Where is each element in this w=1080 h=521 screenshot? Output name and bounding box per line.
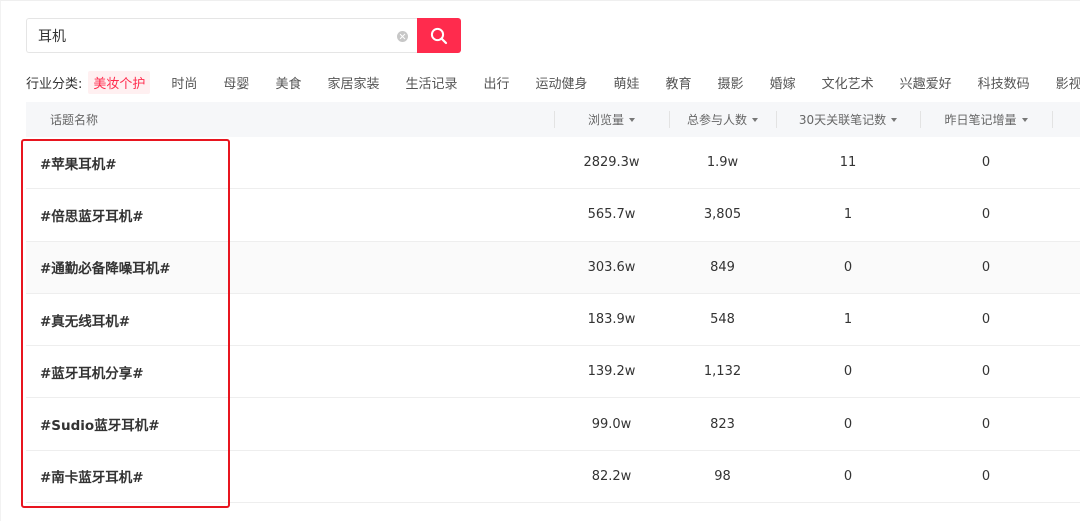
column-header-yesterday-notes[interactable]: 昨日笔记增量 <box>920 102 1052 137</box>
category-filter: 行业分类: 美妆个护 时尚 母婴 美食 家居家装 生活记录 出行 运动健身 萌娃… <box>26 70 1080 94</box>
views-value: 82.2w <box>591 468 632 484</box>
column-header-topic-name: 话题名称 <box>50 113 99 127</box>
category-item-arts[interactable]: 文化艺术 <box>817 71 879 94</box>
yesterday-notes-value: 0 <box>981 155 991 171</box>
participants-value: 1.9w <box>706 155 739 171</box>
participants-value: 548 <box>710 312 735 328</box>
sort-caret-icon <box>752 118 758 122</box>
category-item-film[interactable]: 影视综 <box>1051 71 1080 94</box>
topic-name[interactable]: #通勤必备降噪耳机# <box>26 257 554 277</box>
notes-30d-value: 0 <box>843 364 853 380</box>
search-input[interactable] <box>38 27 378 44</box>
notes-30d-value: 1 <box>843 312 853 328</box>
clear-icon[interactable] <box>397 31 408 42</box>
participants-value: 849 <box>710 259 735 275</box>
search-button[interactable] <box>417 18 461 53</box>
views-value: 565.7w <box>587 207 636 223</box>
category-item-tech[interactable]: 科技数码 <box>973 71 1035 94</box>
yesterday-notes-value: 0 <box>981 207 991 223</box>
sort-caret-icon <box>1021 118 1028 122</box>
category-item-fashion[interactable]: 时尚 <box>166 71 202 94</box>
yesterday-notes-value: 0 <box>981 468 991 484</box>
participants-value: 823 <box>710 416 735 432</box>
participants-value: 1,132 <box>703 364 742 380</box>
category-item-maternal[interactable]: 母婴 <box>218 71 254 94</box>
topic-name[interactable]: #倍思蓝牙耳机# <box>26 205 554 225</box>
table-row[interactable]: #通勤必备降噪耳机# 303.6w 849 0 0 <box>26 241 1080 294</box>
notes-30d-value: 0 <box>843 416 853 432</box>
table-row[interactable]: #苹果耳机# 2829.3w 1.9w 11 0 <box>26 137 1080 190</box>
notes-30d-value: 0 <box>843 468 853 484</box>
column-header-participants[interactable]: 总参与人数 <box>669 102 776 137</box>
topic-name[interactable]: #蓝牙耳机分享# <box>26 362 554 382</box>
topic-name[interactable]: #南卡蓝牙耳机# <box>26 466 554 486</box>
search-bar <box>26 18 461 53</box>
table-row[interactable]: #倍思蓝牙耳机# 565.7w 3,805 1 0 <box>26 189 1080 242</box>
table-row[interactable]: #蓝牙耳机分享# 139.2w 1,132 0 0 <box>26 346 1080 399</box>
sort-caret-icon <box>891 118 898 122</box>
category-item-home[interactable]: 家居家装 <box>322 71 384 94</box>
column-header-extra <box>1052 102 1080 137</box>
topic-name[interactable]: #苹果耳机# <box>26 153 554 173</box>
column-header-notes-30d-label: 30天关联笔记数 <box>798 113 887 127</box>
participants-value: 3,805 <box>703 207 742 223</box>
search-icon <box>430 27 448 44</box>
search-box[interactable] <box>26 18 417 53</box>
category-item-beauty[interactable]: 美妆个护 <box>88 70 151 94</box>
participants-value: 98 <box>714 468 731 484</box>
views-value: 99.0w <box>591 416 632 432</box>
yesterday-notes-value: 0 <box>981 312 991 328</box>
category-label: 行业分类: <box>26 76 83 92</box>
category-item-fitness[interactable]: 运动健身 <box>531 71 593 94</box>
notes-30d-value: 11 <box>839 155 857 171</box>
category-item-wedding[interactable]: 婚嫁 <box>765 71 801 94</box>
topic-name[interactable]: #真无线耳机# <box>26 310 554 330</box>
category-item-food[interactable]: 美食 <box>270 71 306 94</box>
category-item-education[interactable]: 教育 <box>661 71 697 94</box>
yesterday-notes-value: 0 <box>981 259 991 275</box>
views-value: 183.9w <box>587 312 636 328</box>
views-value: 2829.3w <box>583 155 640 171</box>
table-row[interactable]: #真无线耳机# 183.9w 548 1 0 <box>26 294 1080 347</box>
column-header-views[interactable]: 浏览量 <box>554 102 669 137</box>
column-header-views-label: 浏览量 <box>587 113 624 127</box>
category-item-travel[interactable]: 出行 <box>478 71 514 94</box>
yesterday-notes-value: 0 <box>981 364 991 380</box>
notes-30d-value: 0 <box>843 259 853 275</box>
yesterday-notes-value: 0 <box>981 416 991 432</box>
category-item-kids[interactable]: 萌娃 <box>609 71 645 94</box>
notes-30d-value: 1 <box>843 207 853 223</box>
category-item-lifestyle[interactable]: 生活记录 <box>400 71 462 94</box>
views-value: 139.2w <box>587 364 636 380</box>
column-header-notes-30d[interactable]: 30天关联笔记数 <box>776 102 920 137</box>
topic-table: 话题名称 浏览量 总参与人数 30天关联笔记数 昨日笔记增量 #苹果耳机# 28… <box>26 102 1080 504</box>
topic-name[interactable]: #Sudio蓝牙耳机# <box>26 414 554 434</box>
column-header-participants-label: 总参与人数 <box>686 113 747 127</box>
table-header: 话题名称 浏览量 总参与人数 30天关联笔记数 昨日笔记增量 <box>26 102 1080 137</box>
table-row[interactable]: #南卡蓝牙耳机# 82.2w 98 0 0 <box>26 451 1080 504</box>
category-item-hobbies[interactable]: 兴趣爱好 <box>895 71 957 94</box>
views-value: 303.6w <box>587 259 636 275</box>
table-row[interactable]: #Sudio蓝牙耳机# 99.0w 823 0 0 <box>26 398 1080 451</box>
column-header-yesterday-notes-label: 昨日笔记增量 <box>944 113 1017 127</box>
category-item-photography[interactable]: 摄影 <box>713 71 749 94</box>
sort-caret-icon <box>629 118 635 122</box>
